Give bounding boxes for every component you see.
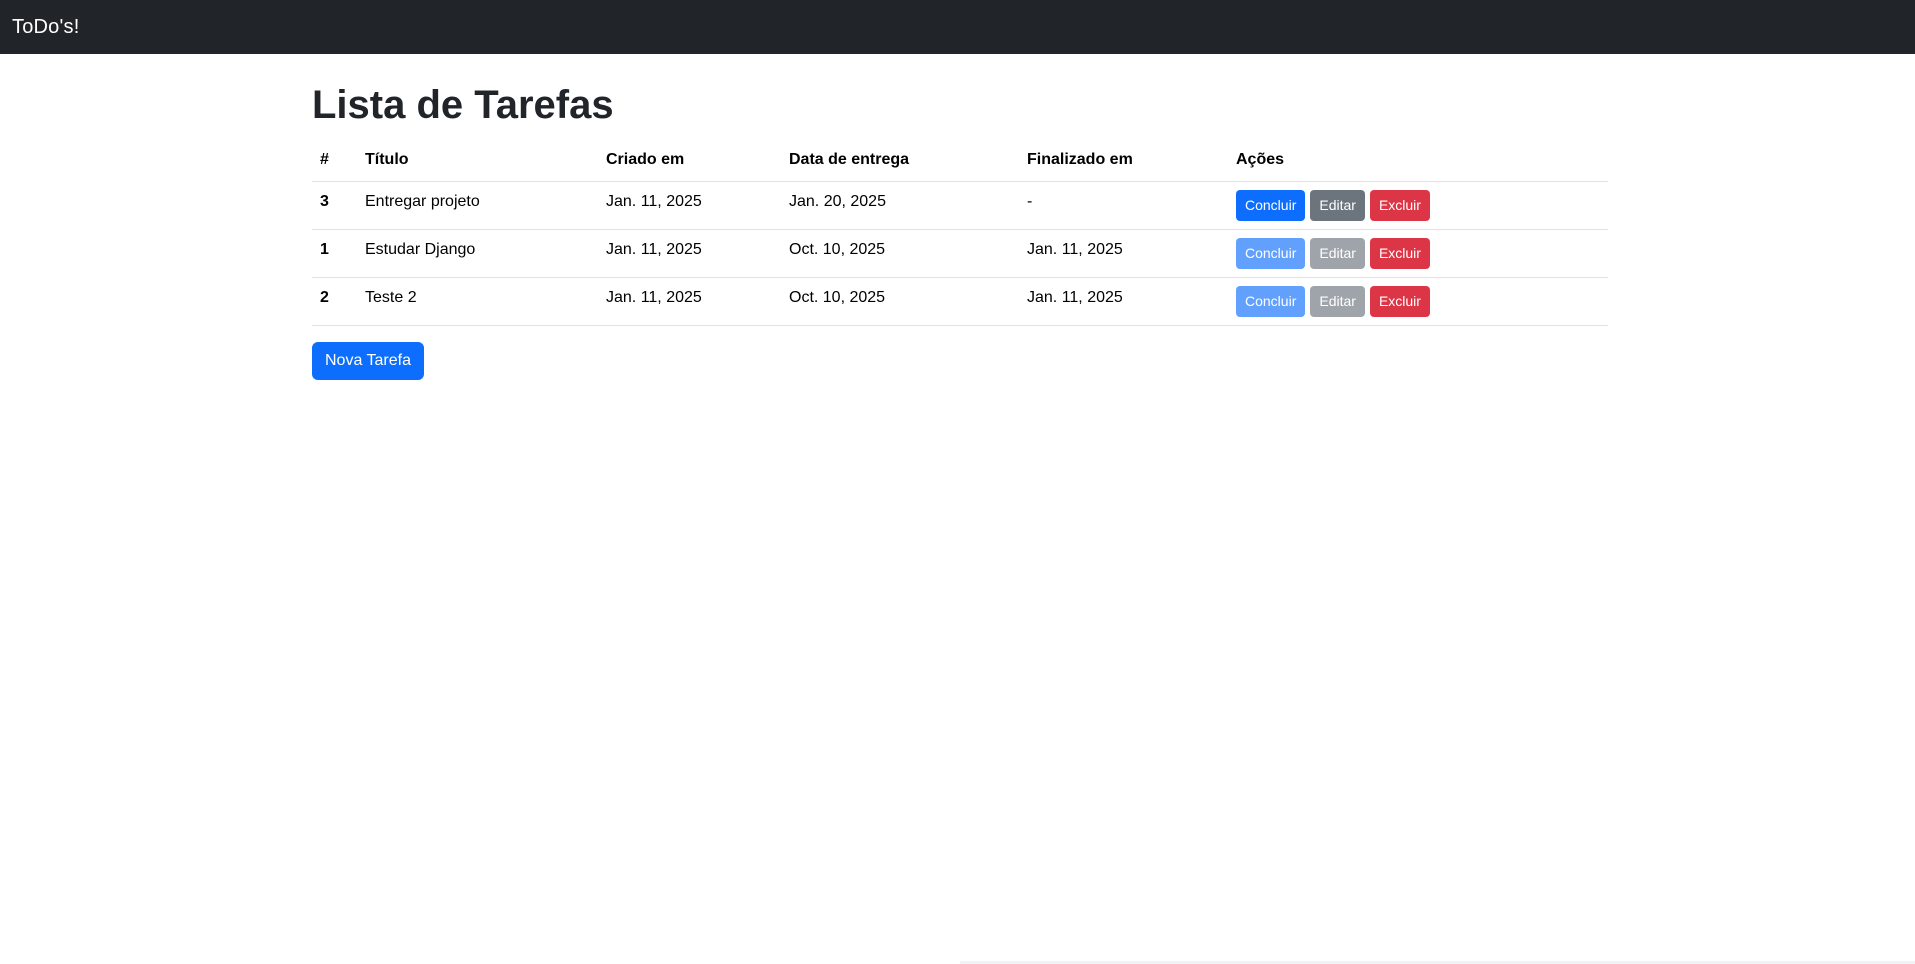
- task-created: Jan. 11, 2025: [598, 226, 781, 275]
- new-task-button[interactable]: Nova Tarefa: [312, 341, 424, 380]
- task-actions: Concluir Editar Excluir: [1228, 277, 1608, 326]
- column-header-created: Criado em: [598, 140, 781, 182]
- task-id: 2: [312, 274, 357, 323]
- brand-link[interactable]: ToDo's!: [12, 16, 79, 39]
- page-title: Lista de Tarefas: [312, 83, 614, 127]
- task-finished: Jan. 11, 2025: [1019, 274, 1228, 323]
- column-header-due-date: Data de entrega: [781, 140, 1019, 182]
- main-content: Lista de Tarefas # Título Criado em Data…: [312, 54, 1608, 380]
- column-header-id: #: [312, 140, 357, 182]
- edit-button[interactable]: Editar: [1310, 189, 1365, 221]
- delete-button[interactable]: Excluir: [1369, 189, 1430, 221]
- task-finished: -: [1019, 178, 1228, 227]
- task-actions: Concluir Editar Excluir: [1228, 181, 1608, 230]
- column-header-title: Título: [357, 140, 598, 182]
- task-id: 3: [312, 178, 357, 227]
- table-row: 1 Estudar Django Jan. 11, 2025 Oct. 10, …: [312, 226, 1608, 278]
- task-title: Teste 2: [357, 274, 598, 323]
- task-actions: Concluir Editar Excluir: [1228, 229, 1608, 278]
- task-title: Entregar projeto: [357, 178, 598, 227]
- task-due-date: Jan. 20, 2025: [781, 178, 1019, 227]
- task-due-date: Oct. 10, 2025: [781, 274, 1019, 323]
- table-row: 3 Entregar projeto Jan. 11, 2025 Jan. 20…: [312, 178, 1608, 230]
- tasks-table: # Título Criado em Data de entrega Final…: [312, 140, 1608, 326]
- task-created: Jan. 11, 2025: [598, 274, 781, 323]
- navbar: ToDo's!: [0, 0, 1915, 54]
- edit-button-disabled: Editar: [1310, 237, 1365, 269]
- task-id: 1: [312, 226, 357, 275]
- delete-button[interactable]: Excluir: [1369, 285, 1430, 317]
- complete-button-disabled: Concluir: [1236, 237, 1306, 269]
- column-header-actions: Ações: [1228, 140, 1608, 182]
- column-header-finished: Finalizado em: [1019, 140, 1228, 182]
- table-header-row: # Título Criado em Data de entrega Final…: [312, 140, 1608, 182]
- table-row: 2 Teste 2 Jan. 11, 2025 Oct. 10, 2025 Ja…: [312, 274, 1608, 326]
- task-finished: Jan. 11, 2025: [1019, 226, 1228, 275]
- delete-button[interactable]: Excluir: [1369, 237, 1430, 269]
- task-title: Estudar Django: [357, 226, 598, 275]
- complete-button[interactable]: Concluir: [1236, 189, 1306, 221]
- complete-button-disabled: Concluir: [1236, 285, 1306, 317]
- task-created: Jan. 11, 2025: [598, 178, 781, 227]
- task-due-date: Oct. 10, 2025: [781, 226, 1019, 275]
- edit-button-disabled: Editar: [1310, 285, 1365, 317]
